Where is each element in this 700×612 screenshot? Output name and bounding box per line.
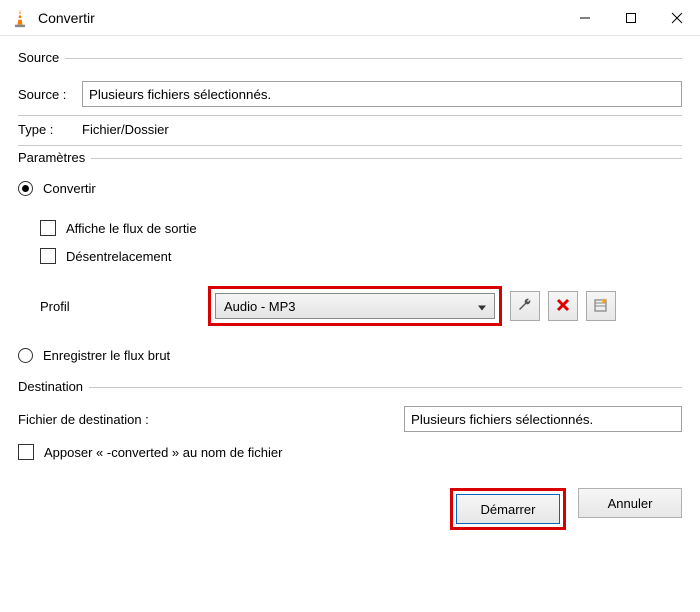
append-converted-label: Apposer « -converted » au nom de fichier xyxy=(44,445,282,460)
titlebar: Convertir xyxy=(0,0,700,36)
append-converted-row[interactable]: Apposer « -converted » au nom de fichier xyxy=(18,444,682,460)
show-output-label: Affiche le flux de sortie xyxy=(66,221,197,236)
chevron-down-icon xyxy=(478,299,486,314)
cancel-button[interactable]: Annuler xyxy=(578,488,682,518)
convert-radio-label: Convertir xyxy=(43,181,96,196)
dump-raw-radio[interactable] xyxy=(18,348,33,363)
settings-group-title: Paramètres xyxy=(18,150,91,165)
convert-radio[interactable] xyxy=(18,181,33,196)
source-label: Source : xyxy=(18,87,82,102)
delete-profile-button[interactable] xyxy=(548,291,578,321)
close-button[interactable] xyxy=(654,0,700,36)
maximize-button[interactable] xyxy=(608,0,654,36)
start-button-label: Démarrer xyxy=(481,502,536,517)
source-input[interactable] xyxy=(82,81,682,107)
source-group-title: Source xyxy=(18,50,65,65)
show-output-check-row[interactable]: Affiche le flux de sortie xyxy=(40,220,682,236)
show-output-checkbox[interactable] xyxy=(40,220,56,236)
dialog-buttons: Démarrer Annuler xyxy=(18,488,682,530)
convert-radio-row[interactable]: Convertir xyxy=(18,181,682,196)
profile-highlight: Audio - MP3 xyxy=(208,286,502,326)
wrench-icon xyxy=(517,297,533,316)
destination-group-title: Destination xyxy=(18,379,89,394)
new-profile-icon xyxy=(593,297,609,316)
deinterlace-check-row[interactable]: Désentrelacement xyxy=(40,248,682,264)
settings-group: Paramètres Convertir Affiche le flux de … xyxy=(18,158,682,363)
source-group: Source Source : Type : Fichier/Dossier xyxy=(18,58,682,146)
minimize-button[interactable] xyxy=(562,0,608,36)
profile-label: Profil xyxy=(40,299,208,314)
deinterlace-label: Désentrelacement xyxy=(66,249,172,264)
vlc-cone-icon xyxy=(10,8,30,28)
new-profile-button[interactable] xyxy=(586,291,616,321)
dump-raw-radio-row[interactable]: Enregistrer le flux brut xyxy=(18,348,682,363)
window-title: Convertir xyxy=(38,10,95,26)
dest-file-label: Fichier de destination : xyxy=(18,412,149,427)
type-label: Type : xyxy=(18,122,82,137)
type-value: Fichier/Dossier xyxy=(82,122,169,137)
edit-profile-button[interactable] xyxy=(510,291,540,321)
profile-combobox[interactable]: Audio - MP3 xyxy=(215,293,495,319)
dump-raw-label: Enregistrer le flux brut xyxy=(43,348,170,363)
start-button[interactable]: Démarrer xyxy=(456,494,560,524)
cancel-button-label: Annuler xyxy=(608,496,653,511)
deinterlace-checkbox[interactable] xyxy=(40,248,56,264)
dest-file-input[interactable] xyxy=(404,406,682,432)
append-converted-checkbox[interactable] xyxy=(18,444,34,460)
delete-icon xyxy=(556,298,570,315)
profile-selected: Audio - MP3 xyxy=(224,299,296,314)
destination-group: Destination Fichier de destination : App… xyxy=(18,387,682,460)
start-button-highlight: Démarrer xyxy=(450,488,566,530)
